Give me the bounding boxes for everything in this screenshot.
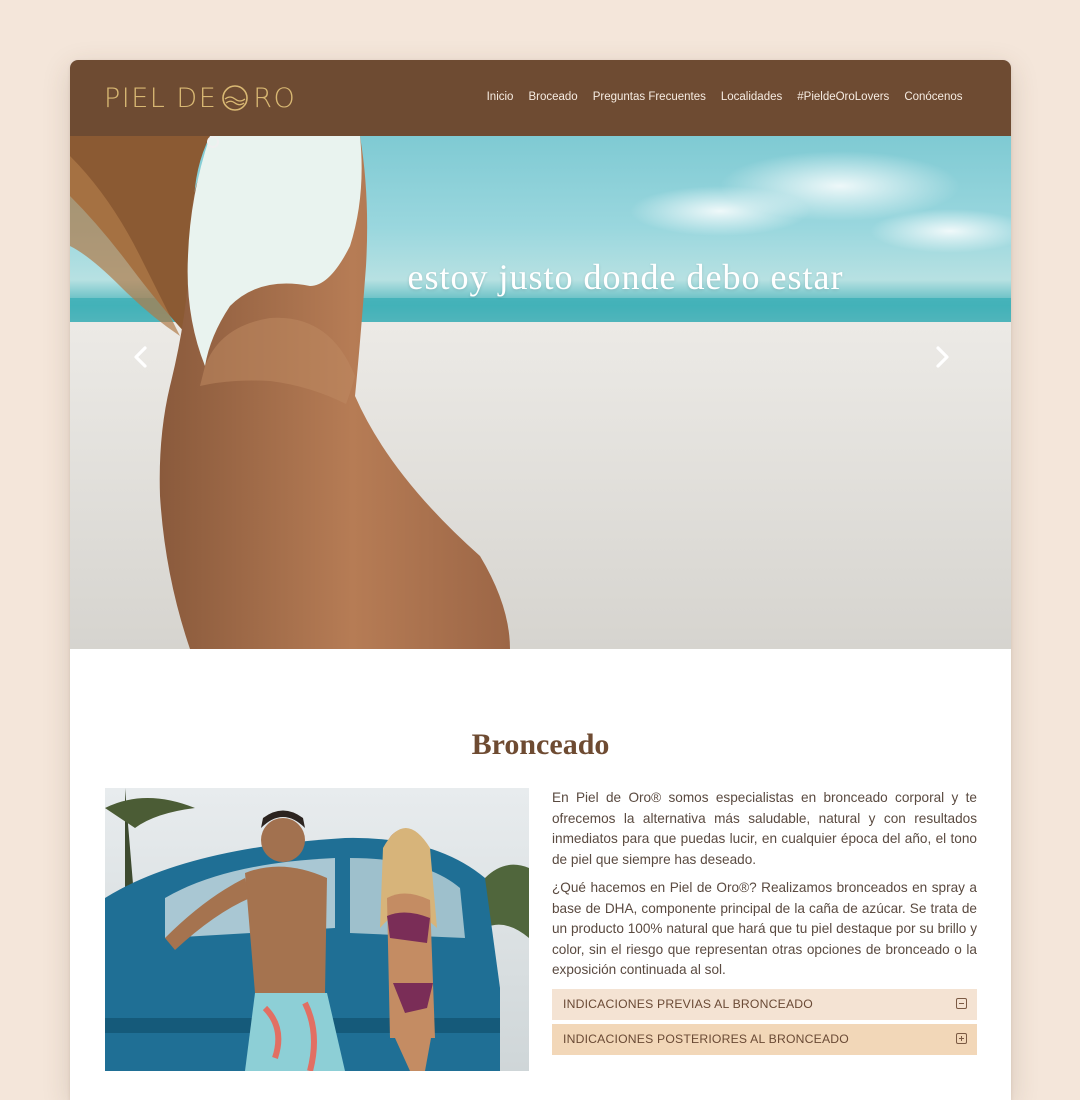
main-nav: Inicio Broceado Preguntas Frecuentes Loc… [479,88,970,106]
nav-item-preguntas-frecuentes[interactable]: Preguntas Frecuentes [585,88,713,106]
chevron-right-icon [936,346,949,368]
intro-paragraph-2: ¿Qué hacemos en Piel de Oro®? Realizamos… [552,880,977,977]
hero-caption: estoy justo donde debo estar [407,257,844,297]
section-title: Bronceado [471,727,610,761]
sun-wave-logo-icon [222,85,249,111]
carousel-prev-button[interactable] [126,342,156,372]
nav-item-conocenos[interactable]: Conócenos [897,88,970,106]
minus-square-icon [956,997,967,1009]
accordion-item-label: INDICACIONES POSTERIORES AL BRONCEADO [563,1031,849,1046]
browser-page: PIEL DE RO Inicio Broceado Preguntas Fre… [70,60,1011,1100]
logo-text-left: PIEL DE [104,82,218,114]
hero-image [70,136,1011,649]
logo[interactable]: PIEL DE RO [104,80,296,116]
nav-item-bronceado[interactable]: Broceado [521,88,585,106]
logo-text-right: RO [253,82,297,114]
plus-square-icon [956,1032,967,1044]
carousel-next-button[interactable] [927,342,957,372]
indications-accordion: INDICACIONES PREVIAS AL BRONCEADO INDICA… [552,988,977,1055]
nav-item-inicio[interactable]: Inicio [479,88,521,106]
couple-photo [105,788,529,1071]
intro-text-column: En Piel de Oro® somos especialistas en b… [552,788,977,1059]
accordion-item-label: INDICACIONES PREVIAS AL BRONCEADO [563,996,813,1011]
site-header: PIEL DE RO Inicio Broceado Preguntas Fre… [70,60,1011,136]
accordion-item-previas[interactable]: INDICACIONES PREVIAS AL BRONCEADO [552,988,977,1020]
accordion-item-posteriores[interactable]: INDICACIONES POSTERIORES AL BRONCEADO [552,1023,977,1055]
hero-carousel: estoy justo donde debo estar [70,136,1011,649]
intro-paragraph-1: En Piel de Oro® somos especialistas en b… [552,790,977,867]
chevron-left-icon [134,346,147,368]
nav-item-localidades[interactable]: Localidades [713,88,789,106]
nav-item-lovers[interactable]: #PieldeOroLovers [790,88,897,106]
